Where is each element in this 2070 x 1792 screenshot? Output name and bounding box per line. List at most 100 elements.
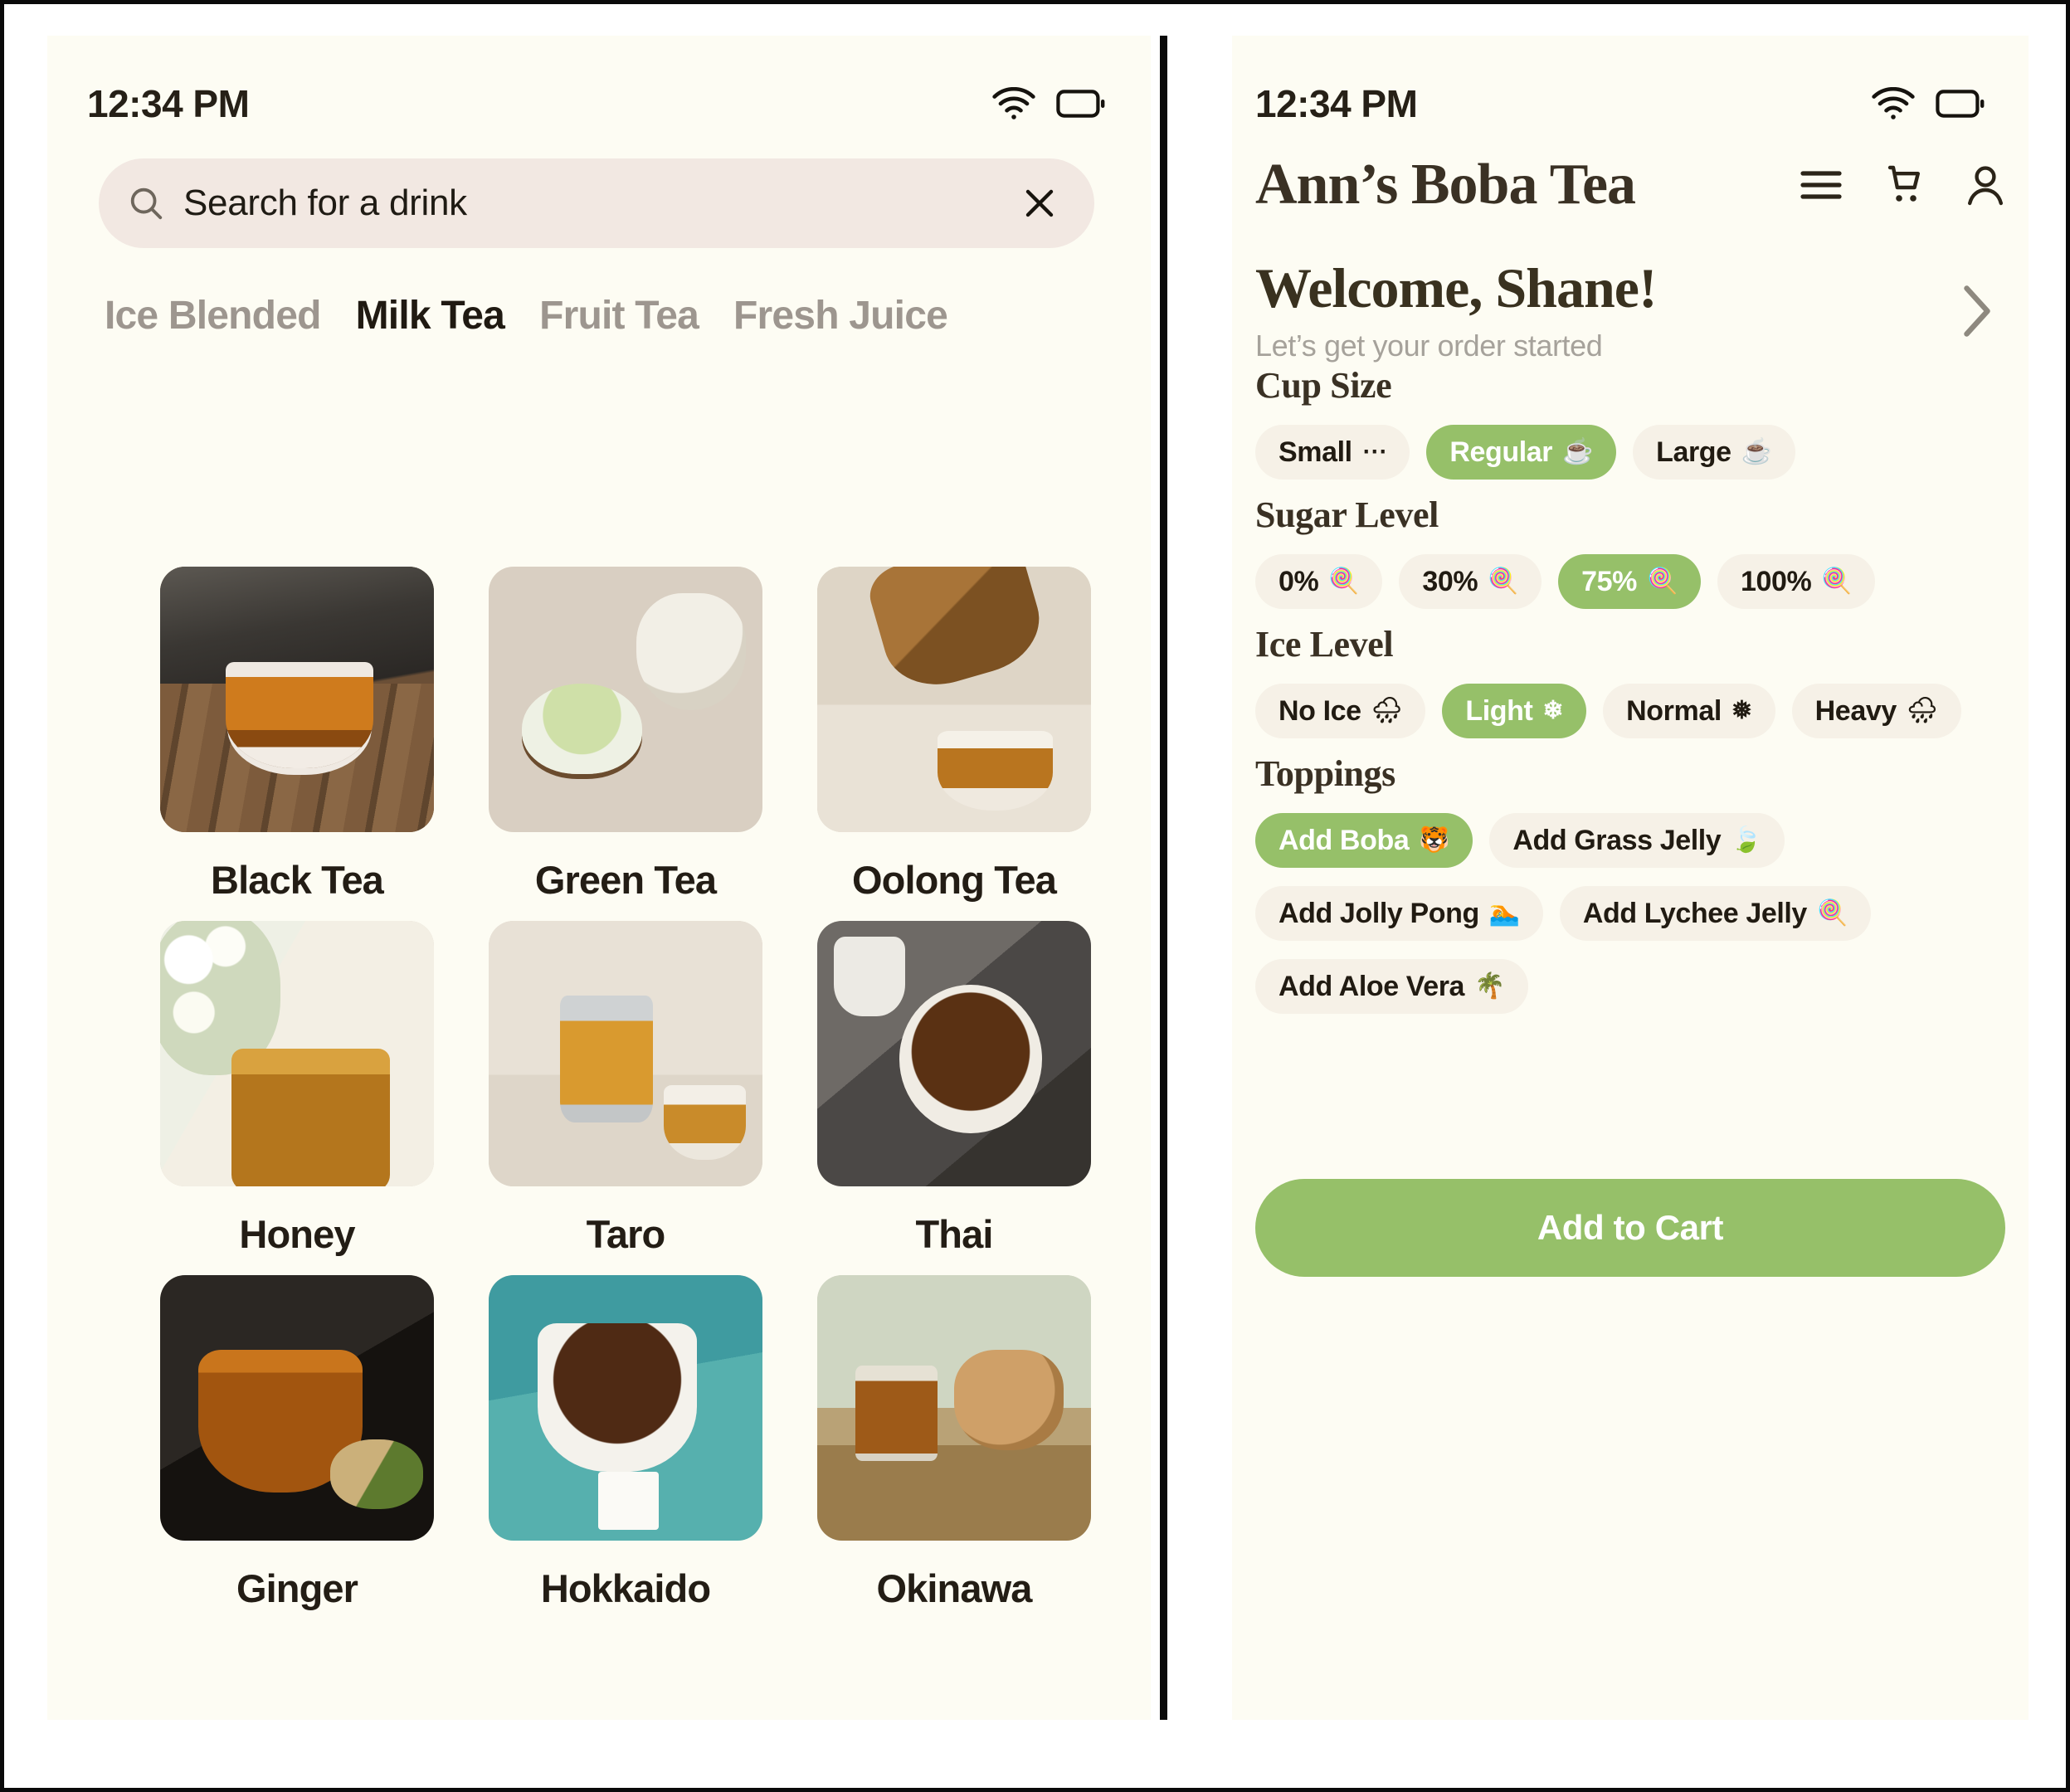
status-bar-left: 12:34 PM (47, 54, 1151, 153)
chip-sugar-30[interactable]: 30% 🍭 (1399, 554, 1542, 609)
panel-divider (1160, 36, 1167, 1720)
ice-level-options: No Ice 🌧 Light ❄ Normal ❅ Heavy 🌧 (1255, 684, 2005, 738)
drink-label: Honey (239, 1212, 355, 1256)
chip-label: Add Jolly Pong (1279, 897, 1479, 929)
status-time: 12:34 PM (1255, 82, 1418, 125)
close-icon[interactable] (1020, 183, 1059, 223)
drink-thumbnail (817, 567, 1091, 832)
swimmer-icon: 🏊 (1488, 899, 1520, 927)
palm-tree-icon: 🌴 (1474, 972, 1506, 1000)
chevron-right-icon[interactable] (1960, 284, 1994, 338)
chip-label: No Ice (1279, 694, 1361, 727)
hot-beverage-icon: ☕ (1562, 438, 1594, 465)
lollipop-icon: 🍭 (1816, 899, 1848, 927)
drink-thumbnail (817, 1275, 1091, 1541)
leaf-icon: 🍃 (1731, 826, 1762, 854)
tab-ice-blended[interactable]: Ice Blended (87, 293, 339, 338)
section-title: Ice Level (1255, 624, 1394, 665)
chip-topping-boba[interactable]: Add Boba 🐯 (1255, 813, 1473, 868)
section-cup-size: Cup Size Small ⋯ Regular ☕ Large ☕ (1255, 364, 2005, 480)
drink-tile-taro[interactable]: Taro (489, 921, 762, 1257)
chip-topping-lychee-jelly[interactable]: Add Lychee Jelly 🍭 (1559, 886, 1871, 941)
drink-tile-ginger[interactable]: Ginger (160, 1275, 434, 1611)
drink-tile-okinawa[interactable]: Okinawa (817, 1275, 1091, 1611)
section-title: Cup Size (1255, 365, 1392, 406)
drink-thumbnail (160, 1275, 434, 1541)
chip-label: Add Boba (1279, 824, 1410, 856)
chip-label: 75% (1581, 565, 1637, 597)
section-sugar-level: Sugar Level 0% 🍭 30% 🍭 75% 🍭 100% 🍭 (1255, 494, 2005, 609)
tab-fruit-tea[interactable]: Fruit Tea (522, 293, 716, 338)
chip-sugar-0[interactable]: 0% 🍭 (1255, 554, 1383, 609)
chip-label: Heavy (1814, 694, 1897, 727)
chip-label: Light (1465, 694, 1533, 727)
rain-cloud-icon: 🌧 (1906, 697, 1938, 724)
chip-topping-grass-jelly[interactable]: Add Grass Jelly 🍃 (1489, 813, 1785, 868)
category-tabs: Ice Blended Milk Tea Fruit Tea Fresh Jui… (87, 293, 1132, 338)
chip-ice-no-ice[interactable]: No Ice 🌧 (1255, 684, 1426, 738)
wifi-icon (1872, 87, 1915, 119)
chip-ice-normal[interactable]: Normal ❅ (1603, 684, 1775, 738)
header-actions (1800, 163, 2005, 207)
welcome-subtitle: Let’s get your order started (1255, 329, 1603, 363)
drink-thumbnail (489, 1275, 762, 1541)
welcome-title: Welcome, Shane! (1255, 256, 1658, 319)
drink-thumbnail (817, 921, 1091, 1186)
drink-tile-honey[interactable]: Honey (160, 921, 434, 1257)
status-icons (1871, 87, 1985, 120)
chip-topping-aloe-vera[interactable]: Add Aloe Vera 🌴 (1255, 959, 1529, 1014)
lollipop-icon: 🍭 (1488, 567, 1519, 595)
chip-label: 100% (1740, 565, 1812, 597)
chip-label: Normal (1626, 694, 1722, 727)
rain-cloud-icon: 🌧 (1371, 697, 1403, 724)
tab-milk-tea[interactable]: Milk Tea (339, 293, 522, 338)
user-account-icon[interactable] (1965, 163, 2005, 207)
chip-cup-size-large[interactable]: Large ☕ (1633, 425, 1795, 480)
add-to-cart-button[interactable]: Add to Cart (1255, 1179, 2005, 1277)
hamburger-menu-icon[interactable] (1800, 168, 1843, 202)
sugar-level-options: 0% 🍭 30% 🍭 75% 🍭 100% 🍭 (1255, 554, 2005, 609)
drink-grid: Black Tea Green Tea Oolong Tea Honey Tar… (160, 567, 1091, 1611)
drink-tile-thai[interactable]: Thai (817, 921, 1091, 1257)
chip-label: Add Aloe Vera (1279, 970, 1465, 1002)
chip-label: 0% (1279, 565, 1319, 597)
chip-ice-heavy[interactable]: Heavy 🌧 (1791, 684, 1961, 738)
app-header: Ann’s Boba Tea (1255, 152, 2005, 218)
drink-tile-oolong-tea[interactable]: Oolong Tea (817, 567, 1091, 903)
drink-label: Okinawa (876, 1566, 1032, 1610)
lollipop-icon: 🍭 (1647, 567, 1678, 595)
drink-tile-green-tea[interactable]: Green Tea (489, 567, 762, 903)
chip-ice-light[interactable]: Light ❄ (1442, 684, 1587, 738)
section-title: Sugar Level (1255, 494, 1439, 535)
welcome-banner[interactable]: Welcome, Shane! Let’s get your order sta… (1255, 256, 2005, 363)
chip-cup-size-regular[interactable]: Regular ☕ (1426, 425, 1617, 480)
shopping-cart-icon[interactable] (1882, 163, 1926, 207)
drink-tile-hokkaido[interactable]: Hokkaido (489, 1275, 762, 1611)
drink-label: Oolong Tea (851, 858, 1057, 902)
battery-icon (1936, 90, 1985, 118)
chip-cup-size-small[interactable]: Small ⋯ (1255, 425, 1410, 480)
drink-label: Black Tea (211, 858, 384, 902)
tab-fresh-juice[interactable]: Fresh Juice (716, 293, 965, 338)
status-icons (991, 87, 1106, 120)
chip-label: Regular (1449, 436, 1553, 468)
chip-label: Add Grass Jelly (1512, 824, 1722, 856)
chip-label: Small (1279, 436, 1352, 468)
chip-topping-jolly-pong[interactable]: Add Jolly Pong 🏊 (1255, 886, 1543, 941)
drink-tile-black-tea[interactable]: Black Tea (160, 567, 434, 903)
drink-thumbnail (489, 921, 762, 1186)
ellipsis-icon: ⋯ (1361, 438, 1387, 465)
snowflake-icon: ❄ (1542, 697, 1564, 724)
drink-label: Hokkaido (540, 1566, 711, 1610)
search-input[interactable]: Search for a drink (99, 158, 1094, 248)
search-icon (130, 187, 163, 220)
chip-sugar-75[interactable]: 75% 🍭 (1558, 554, 1701, 609)
chip-sugar-100[interactable]: 100% 🍭 (1717, 554, 1876, 609)
battery-icon (1056, 90, 1105, 118)
welcome-text-group: Welcome, Shane! Let’s get your order sta… (1255, 256, 1658, 363)
section-title: Toppings (1255, 753, 1395, 794)
chip-label: 30% (1422, 565, 1478, 597)
section-ice-level: Ice Level No Ice 🌧 Light ❄ Normal ❅ Heav… (1255, 623, 2005, 738)
cup-size-options: Small ⋯ Regular ☕ Large ☕ (1255, 425, 2005, 480)
drink-thumbnail (160, 921, 434, 1186)
